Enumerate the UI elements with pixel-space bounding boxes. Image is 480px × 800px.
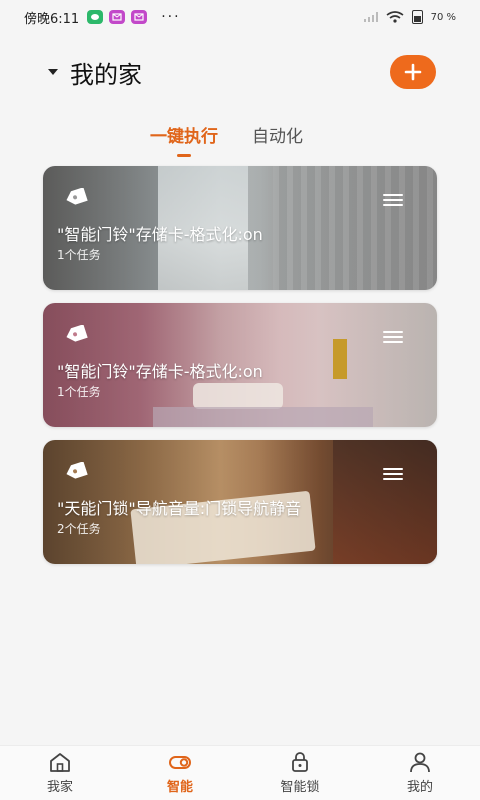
mail-app-icon-2 (131, 10, 148, 24)
scene-card[interactable]: "智能门铃"存储卡-格式化:on 1个任务 (43, 303, 437, 427)
nav-smart-label: 智能 (166, 780, 193, 795)
tab-automation[interactable]: 自动化 (252, 122, 303, 157)
wifi-icon (386, 11, 404, 23)
lock-icon (292, 752, 308, 772)
scene-list: "智能门铃"存储卡-格式化:on 1个任务 "智能门铃"存储卡-格式化:on 1… (43, 166, 437, 577)
caret-down-icon[interactable] (48, 69, 58, 75)
card-background-painting (333, 339, 347, 379)
drag-handle-icon[interactable] (383, 194, 403, 206)
scene-title: "智能门铃"存储卡-格式化:on (57, 362, 263, 381)
scene-card[interactable]: "智能门铃"存储卡-格式化:on 1个任务 (43, 166, 437, 290)
plus-icon (404, 63, 422, 81)
nav-me[interactable]: 我的 (360, 746, 480, 800)
status-right: 70 % (363, 10, 456, 24)
home-icon (50, 753, 70, 772)
scene-title: "天能门锁"导航音量:门锁导航静音 (57, 499, 302, 518)
tag-icon (66, 325, 88, 342)
user-icon (410, 752, 430, 773)
signal-icon (363, 12, 378, 22)
status-bar: 傍晚6:11 ··· 70 % (0, 0, 480, 34)
tag-icon (66, 462, 88, 479)
card-background-curtain (273, 166, 437, 290)
nav-me-label: 我的 (406, 780, 433, 795)
card-background-sofa (193, 383, 283, 409)
scene-task-count: 1个任务 (57, 248, 101, 262)
scene-task-count: 1个任务 (57, 385, 101, 399)
card-background-rug (153, 407, 373, 427)
scene-tabs: 一键执行 自动化 (150, 122, 303, 157)
smart-icon (169, 756, 191, 769)
battery-level: 70 % (430, 11, 456, 23)
tab-one-click[interactable]: 一键执行 (150, 122, 218, 157)
home-selector[interactable]: 我的家 (70, 55, 142, 90)
card-background-person (333, 440, 437, 564)
bottom-nav: 我家 智能 智能锁 我的 (0, 745, 480, 800)
header: 我的家 (48, 52, 436, 92)
add-scene-button[interactable] (390, 55, 436, 89)
scene-title: "智能门铃"存储卡-格式化:on (57, 225, 263, 244)
nav-smart[interactable]: 智能 (120, 746, 240, 800)
drag-handle-icon[interactable] (383, 331, 403, 343)
status-time: 傍晚6:11 (24, 11, 80, 27)
tag-icon (66, 188, 88, 205)
scene-task-count: 2个任务 (57, 522, 101, 536)
battery-icon (411, 10, 423, 24)
nav-home-label: 我家 (46, 780, 73, 795)
more-notifications-icon: ··· (161, 9, 181, 25)
nav-home[interactable]: 我家 (0, 746, 120, 800)
nav-smart-lock-label: 智能锁 (280, 780, 320, 795)
message-app-icon (87, 10, 104, 24)
drag-handle-icon[interactable] (383, 468, 403, 480)
mail-app-icon (109, 10, 126, 24)
nav-smart-lock[interactable]: 智能锁 (240, 746, 360, 800)
scene-card[interactable]: "天能门锁"导航音量:门锁导航静音 2个任务 (43, 440, 437, 564)
